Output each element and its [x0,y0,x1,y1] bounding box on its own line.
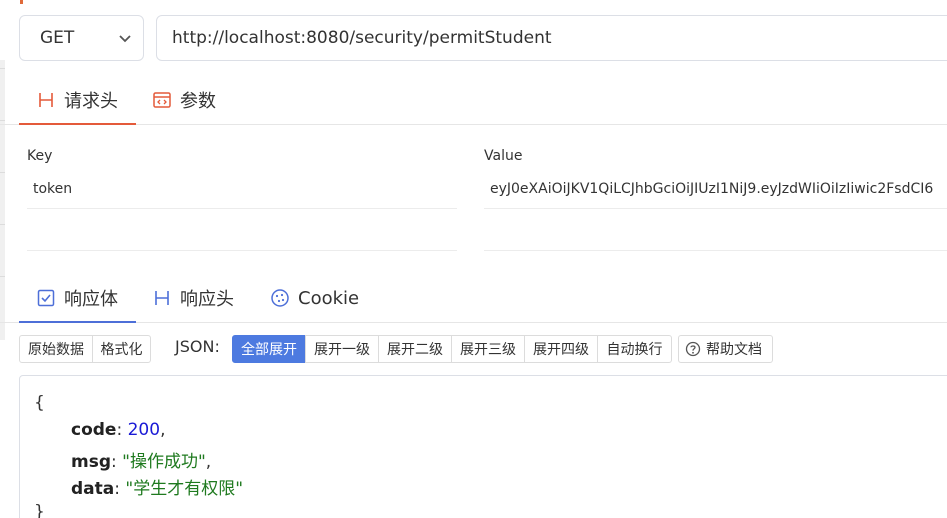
json-open-brace: { [34,393,45,413]
json-label: JSON: [175,337,220,356]
checkbox-icon [36,288,56,308]
help-icon [685,341,701,357]
header-h-icon [152,288,172,308]
expand-level-4-button[interactable]: 展开四级 [524,335,598,363]
row-divider [27,208,457,209]
response-tabs: 响应体 响应头 Cookie [0,274,947,323]
json-key: msg [71,452,112,472]
json-string-value: "学生才有权限" [125,479,244,499]
header-value-cell[interactable]: eyJ0eXAiOiJKV1QiLCJhbGciOiJIUzI1NiJ9.eyJ… [490,181,947,197]
json-line-msg: msg: "操作成功", [71,452,212,472]
expand-level-3-button[interactable]: 展开三级 [451,335,525,363]
json-line-data: data: "学生才有权限" [71,479,244,499]
response-body-viewer[interactable]: { code: 200, msg: "操作成功", data: "学生才有权限"… [19,375,947,518]
method-select[interactable]: GET [19,15,144,61]
tab-label: Cookie [298,287,360,309]
json-key: code [71,420,117,440]
column-header-value: Value [484,148,523,164]
url-input[interactable]: http://localhost:8080/security/permitStu… [156,15,947,61]
tab-params[interactable]: 参数 [152,76,216,124]
expand-all-button[interactable]: 全部展开 [232,335,306,363]
json-key: data [71,479,115,499]
params-code-icon [152,90,172,110]
raw-data-button[interactable]: 原始数据 [19,335,93,363]
tab-label: 参数 [180,91,216,112]
tab-response-body[interactable]: 响应体 [19,274,136,323]
expand-level-2-button[interactable]: 展开二级 [378,335,452,363]
request-tabs: 请求头 参数 [0,76,947,125]
url-value: http://localhost:8080/security/permitStu… [172,28,552,48]
json-number-value: 200 [127,420,161,440]
tab-label: 请求头 [64,91,118,112]
json-string-value: "操作成功" [122,452,206,472]
response-toolbar: 原始数据 格式化 JSON: 全部展开 展开一级 展开二级 展开三级 展开四级 … [0,334,947,364]
help-label: 帮助文档 [706,342,762,358]
tab-request-headers[interactable]: 请求头 [19,76,136,125]
headers-table: Key Value token eyJ0eXAiOiJKV1QiLCJhbGci… [0,140,947,255]
method-value: GET [40,28,75,48]
expand-level-1-button[interactable]: 展开一级 [305,335,379,363]
tab-label: 响应体 [64,289,118,310]
row-divider [484,250,947,251]
format-button[interactable]: 格式化 [92,335,151,363]
cookie-icon [270,288,290,308]
row-divider [484,208,947,209]
top-edge [0,0,947,4]
chevron-down-icon [119,35,131,43]
header-h-icon [36,90,56,110]
header-key-cell[interactable]: token [33,181,453,197]
tab-cookie[interactable]: Cookie [270,274,359,322]
json-line-code: code: 200, [71,420,166,440]
json-close-brace: } [34,502,45,518]
column-header-key: Key [27,148,53,164]
tab-response-headers[interactable]: 响应头 [152,274,234,322]
row-divider [27,250,457,251]
top-edge-marker [20,0,23,4]
tab-label: 响应头 [180,289,234,310]
word-wrap-button[interactable]: 自动换行 [597,335,672,363]
help-docs-button[interactable]: 帮助文档 [678,335,773,363]
